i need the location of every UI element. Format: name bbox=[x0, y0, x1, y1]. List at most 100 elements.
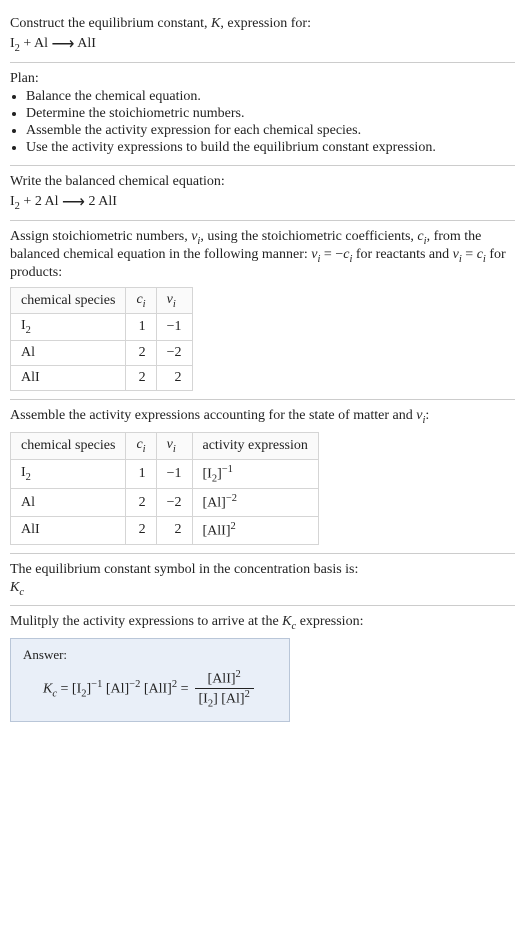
cell-species: I2 bbox=[11, 314, 126, 341]
superscript: −2 bbox=[226, 493, 237, 504]
prompt-section: Construct the equilibrium constant, K, e… bbox=[10, 8, 515, 62]
assign-section: Assign stoichiometric numbers, νi, using… bbox=[10, 221, 515, 399]
text: Mulitply the activity expressions to arr… bbox=[10, 614, 282, 629]
subscript: 2 bbox=[26, 325, 31, 336]
text: [AlI] bbox=[203, 524, 231, 539]
col-c: ci bbox=[126, 287, 156, 314]
text: for reactants and bbox=[352, 247, 452, 262]
kc-expression: Kc = [I2]−1 [Al]−2 [AlI]2 = [AlI]2 [I 2] … bbox=[23, 669, 277, 709]
plan-header: Plan: bbox=[10, 71, 515, 87]
plan-list: Balance the chemical equation. Determine… bbox=[10, 89, 515, 156]
arrow-icon: ⟶ bbox=[52, 34, 75, 54]
cell-c: 2 bbox=[126, 489, 156, 517]
cell-nu: −2 bbox=[156, 489, 192, 517]
cell-nu: −2 bbox=[156, 341, 192, 366]
superscript: −1 bbox=[222, 464, 233, 475]
plan-section: Plan: Balance the chemical equation. Det… bbox=[10, 63, 515, 165]
cell-c: 2 bbox=[126, 516, 156, 544]
text: Construct the equilibrium constant, bbox=[10, 16, 211, 31]
cell-nu: 2 bbox=[156, 516, 192, 544]
text: = bbox=[462, 247, 477, 262]
text: [AlI] bbox=[144, 682, 172, 697]
col-nu: νi bbox=[156, 433, 192, 460]
table-row: Al 2 −2 bbox=[11, 341, 193, 366]
balanced-header: Write the balanced chemical equation: bbox=[10, 174, 515, 190]
superscript: 2 bbox=[231, 521, 236, 532]
col-c: ci bbox=[126, 433, 156, 460]
table-header-row: chemical species ci νi bbox=[11, 287, 193, 314]
text: expression: bbox=[296, 614, 363, 629]
cell-activity: [AlI]2 bbox=[192, 516, 318, 544]
table-row: I2 1 −1 bbox=[11, 314, 193, 341]
equals: = bbox=[177, 682, 188, 697]
text: [I bbox=[203, 466, 212, 481]
species-I2: I2 bbox=[10, 36, 20, 51]
text: [I bbox=[72, 682, 81, 697]
superscript: −2 bbox=[129, 679, 140, 690]
superscript: 2 bbox=[245, 689, 250, 700]
col-species: chemical species bbox=[11, 287, 126, 314]
plus: + bbox=[20, 36, 34, 51]
text: + 2 Al bbox=[20, 194, 62, 209]
symbol-section: The equilibrium constant symbol in the c… bbox=[10, 554, 515, 606]
cell-species: AlI bbox=[11, 366, 126, 391]
stoich-table: chemical species ci νi I2 1 −1 Al 2 −2 A… bbox=[10, 287, 193, 392]
activity-table: chemical species ci νi activity expressi… bbox=[10, 432, 319, 545]
cell-species: Al bbox=[11, 489, 126, 517]
subscript: 2 bbox=[26, 472, 31, 483]
multiply-text: Mulitply the activity expressions to arr… bbox=[10, 614, 515, 632]
fraction-denominator: [I2] [Al]2 bbox=[195, 689, 254, 709]
cell-c: 2 bbox=[126, 366, 156, 391]
arrow-icon: ⟶ bbox=[62, 192, 85, 212]
col-nu: νi bbox=[156, 287, 192, 314]
col-species: chemical species bbox=[11, 433, 126, 460]
lhs: Kc = [I2]−1 [Al]−2 [AlI]2 = bbox=[43, 679, 189, 699]
kc-symbol: Kc bbox=[10, 580, 515, 598]
fraction-numerator: [AlI]2 bbox=[195, 669, 254, 689]
table-header-row: chemical species ci νi activity expressi… bbox=[11, 433, 319, 460]
cell-species: I2 bbox=[11, 459, 126, 488]
col-activity: activity expression bbox=[192, 433, 318, 460]
cell-nu: −1 bbox=[156, 459, 192, 488]
subscript: i bbox=[173, 298, 176, 309]
cell-species: Al bbox=[11, 341, 126, 366]
subscript: c bbox=[19, 586, 24, 597]
text: Assemble the activity expressions accoun… bbox=[10, 408, 416, 423]
answer-label: Answer: bbox=[23, 647, 277, 663]
species-AlI: AlI bbox=[77, 36, 96, 51]
cell-c: 1 bbox=[126, 459, 156, 488]
prompt-line: Construct the equilibrium constant, K, e… bbox=[10, 16, 515, 32]
text: : bbox=[425, 408, 429, 423]
superscript: −1 bbox=[91, 679, 102, 690]
text: ] [Al] bbox=[213, 691, 245, 706]
species-Al: Al bbox=[34, 36, 48, 51]
multiply-section: Mulitply the activity expressions to arr… bbox=[10, 606, 515, 730]
subscript: i bbox=[143, 444, 146, 455]
balanced-equation: I2 + 2 Al ⟶ 2 AlI bbox=[10, 192, 515, 212]
cell-nu: 2 bbox=[156, 366, 192, 391]
cell-nu: −1 bbox=[156, 314, 192, 341]
text: [I bbox=[199, 691, 208, 706]
table-row: AlI 2 2 bbox=[11, 366, 193, 391]
text: = − bbox=[320, 247, 343, 262]
species-I2: I2 bbox=[10, 194, 20, 209]
text: [AlI] bbox=[208, 672, 236, 687]
table-row: AlI 2 2 [AlI]2 bbox=[11, 516, 319, 544]
symbol-text: The equilibrium constant symbol in the c… bbox=[10, 562, 515, 578]
text: 2 AlI bbox=[85, 194, 117, 209]
assemble-text: Assemble the activity expressions accoun… bbox=[10, 408, 515, 426]
list-item: Assemble the activity expression for eac… bbox=[26, 123, 515, 139]
cell-species: AlI bbox=[11, 516, 126, 544]
list-item: Use the activity expressions to build th… bbox=[26, 140, 515, 156]
assemble-section: Assemble the activity expressions accoun… bbox=[10, 400, 515, 552]
var-K: K bbox=[211, 16, 220, 31]
subscript: i bbox=[143, 298, 146, 309]
text: [Al] bbox=[106, 682, 129, 697]
var-K: K bbox=[43, 682, 52, 697]
unbalanced-equation: I2 + Al ⟶ AlI bbox=[10, 34, 515, 54]
balanced-section: Write the balanced chemical equation: I2… bbox=[10, 166, 515, 220]
subscript: i bbox=[173, 444, 176, 455]
cell-c: 1 bbox=[126, 314, 156, 341]
table-row: I2 1 −1 [I2]−1 bbox=[11, 459, 319, 488]
var-K: K bbox=[282, 614, 291, 629]
